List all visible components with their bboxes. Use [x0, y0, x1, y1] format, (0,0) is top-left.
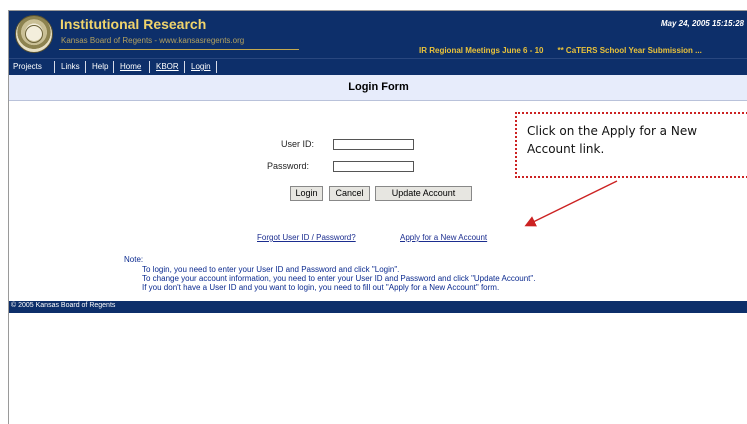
- nav-projects[interactable]: Projects: [13, 62, 42, 71]
- user-id-label: User ID:: [281, 139, 315, 149]
- ticker-item[interactable]: ** CaTERS School Year Submission ...: [557, 46, 701, 55]
- page-title-bar: Login Form: [9, 75, 747, 101]
- password-label: Password:: [267, 161, 310, 171]
- nav-separator: [85, 61, 86, 73]
- nav-separator: [149, 61, 150, 73]
- callout-text: Click on the Apply for a New Account lin…: [527, 124, 698, 156]
- nav-separator: [184, 61, 185, 73]
- nav-separator: [54, 61, 55, 73]
- note-line: To change your account information, you …: [142, 274, 536, 283]
- footer-bar: © 2005 Kansas Board of Regents: [9, 301, 747, 313]
- nav-home[interactable]: Home: [120, 62, 141, 71]
- site-title: Institutional Research: [60, 16, 207, 32]
- cancel-button[interactable]: Cancel: [329, 186, 370, 201]
- note-line: To login, you need to enter your User ID…: [142, 265, 400, 274]
- nav-login[interactable]: Login: [191, 62, 211, 71]
- password-input[interactable]: [333, 161, 414, 172]
- top-nav: Projects Links Help Home KBOR Login: [9, 58, 747, 76]
- ticker-item[interactable]: IR Regional Meetings June 6 - 10: [419, 46, 543, 55]
- apply-new-account-link[interactable]: Apply for a New Account: [400, 233, 487, 242]
- news-ticker: IR Regional Meetings June 6 - 10 ** CaTER…: [419, 46, 702, 55]
- nav-separator: [216, 61, 217, 73]
- seal-ring: [25, 25, 43, 43]
- instruction-callout: Click on the Apply for a New Account lin…: [515, 112, 747, 178]
- kansas-seal-logo: [15, 15, 53, 53]
- nav-help[interactable]: Help: [92, 62, 108, 71]
- browser-page: Institutional Research Kansas Board of R…: [8, 10, 747, 424]
- date-time: May 24, 2005 15:15:28: [660, 19, 744, 28]
- note-heading: Note:: [124, 255, 144, 264]
- login-button[interactable]: Login: [290, 186, 323, 201]
- site-subtitle: Kansas Board of Regents - www.kansasrege…: [61, 36, 245, 45]
- nav-links[interactable]: Links: [61, 62, 80, 71]
- nav-separator: [113, 61, 114, 73]
- page-title: Login Form: [348, 81, 409, 93]
- user-id-input[interactable]: [333, 139, 414, 150]
- header-divider: [59, 49, 299, 50]
- forgot-credentials-link[interactable]: Forgot User ID / Password?: [257, 233, 356, 242]
- copyright-text: © 2005 Kansas Board of Regents: [11, 302, 116, 309]
- update-account-button[interactable]: Update Account: [375, 186, 472, 201]
- note-line: If you don't have a User ID and you want…: [142, 283, 500, 292]
- nav-kbor[interactable]: KBOR: [156, 62, 179, 71]
- site-header: Institutional Research Kansas Board of R…: [9, 11, 747, 58]
